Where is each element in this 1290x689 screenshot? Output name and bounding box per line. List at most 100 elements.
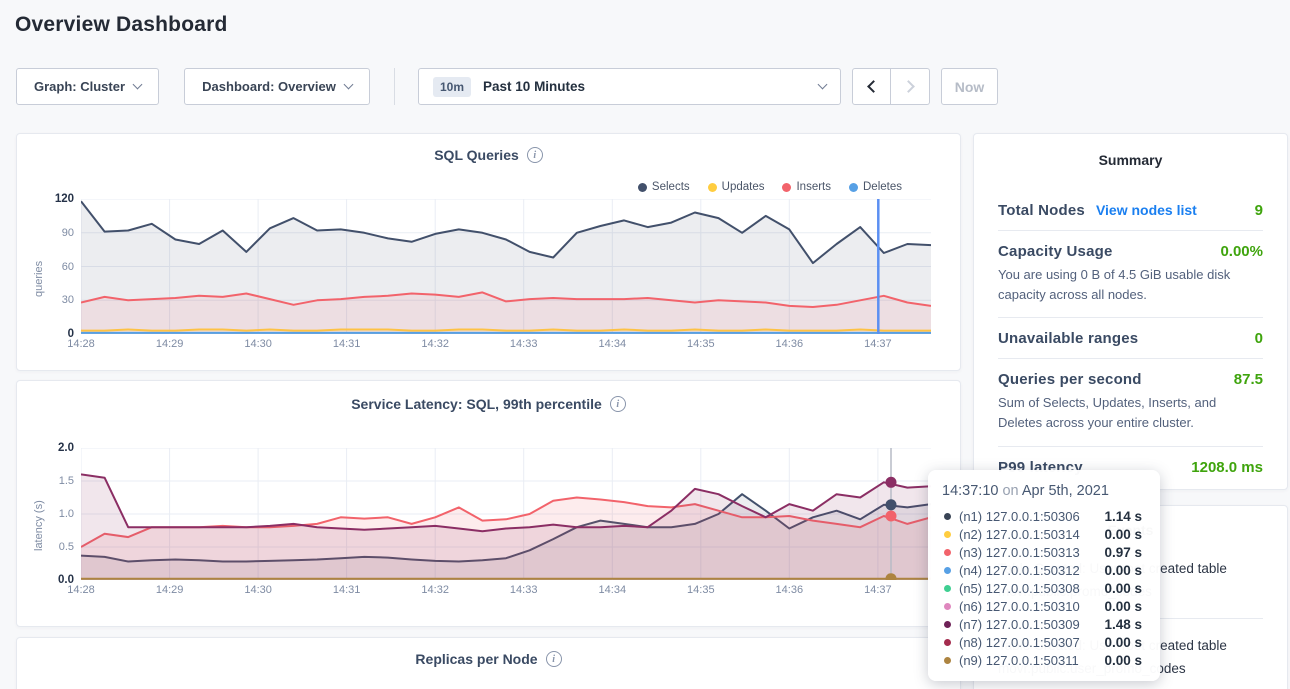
time-range-label: Past 10 Minutes xyxy=(483,79,585,94)
chevron-right-icon xyxy=(902,80,915,93)
node-address: (n2) 127.0.0.1:50314 xyxy=(959,527,1080,542)
summary-row-total-nodes: Total Nodes View nodes list 9 xyxy=(998,190,1263,230)
info-icon[interactable]: i xyxy=(546,651,562,667)
legend-item-deletes[interactable]: Deletes xyxy=(849,181,902,193)
node-color-dot xyxy=(944,657,951,664)
graph-dropdown-label: Graph: Cluster xyxy=(34,79,125,94)
x-axis-ticks: 14:2814:2914:3014:3114:3214:3314:3414:35… xyxy=(81,584,931,604)
node-color-dot xyxy=(944,639,951,646)
legend-item-selects[interactable]: Selects xyxy=(638,181,690,193)
node-address: (n6) 127.0.0.1:50310 xyxy=(959,599,1080,614)
x-tick-label: 14:37 xyxy=(864,338,892,350)
summary-value: 0.00% xyxy=(1220,243,1263,260)
summary-value: 87.5 xyxy=(1234,371,1263,388)
legend-item-updates[interactable]: Updates xyxy=(708,181,765,193)
node-latency-value: 0.97 s xyxy=(1104,545,1146,560)
y-axis-ticks: 0306090120 xyxy=(47,199,81,334)
view-nodes-list-link[interactable]: View nodes list xyxy=(1096,202,1197,218)
x-tick-label: 14:29 xyxy=(156,338,184,350)
x-tick-label: 14:36 xyxy=(776,338,804,350)
node-address: (n3) 127.0.0.1:50313 xyxy=(959,545,1080,560)
legend-dot xyxy=(638,183,647,192)
x-tick-label: 14:34 xyxy=(599,338,627,350)
chevron-down-icon xyxy=(818,80,828,90)
time-range-dropdown[interactable]: 10m Past 10 Minutes xyxy=(418,68,841,105)
summary-value: 9 xyxy=(1255,202,1263,219)
overview-dashboard-page: Overview Dashboard Graph: Cluster Dashbo… xyxy=(0,0,1290,689)
summary-value: 1208.0 ms xyxy=(1191,459,1263,476)
x-tick-label: 14:35 xyxy=(687,584,715,596)
x-tick-label: 14:30 xyxy=(244,584,272,596)
x-tick-label: 14:32 xyxy=(421,338,449,350)
y-tick-label: 1.0 xyxy=(59,508,74,520)
tooltip-rows: (n1) 127.0.0.1:503061.14 s(n2) 127.0.0.1… xyxy=(942,507,1146,669)
node-address: (n4) 127.0.0.1:50312 xyxy=(959,563,1080,578)
chevron-down-icon xyxy=(343,80,353,90)
chart-title: SQL Queries xyxy=(434,147,519,163)
chart-header: Service Latency: SQL, 99th percentile i xyxy=(17,396,960,412)
x-tick-label: 14:29 xyxy=(156,584,184,596)
node-latency-value: 1.48 s xyxy=(1104,617,1146,632)
graph-dropdown[interactable]: Graph: Cluster xyxy=(16,68,159,105)
x-tick-label: 14:31 xyxy=(333,338,361,350)
time-next-button[interactable] xyxy=(891,68,930,105)
legend-item-inserts[interactable]: Inserts xyxy=(782,181,831,193)
node-latency-value: 0.00 s xyxy=(1104,527,1146,542)
node-color-dot xyxy=(944,531,951,538)
y-axis-label: queries xyxy=(31,199,47,358)
dashboard-dropdown-label: Dashboard: Overview xyxy=(202,79,336,94)
x-tick-label: 14:28 xyxy=(67,338,95,350)
info-icon[interactable]: i xyxy=(610,396,626,412)
node-latency-value: 0.00 s xyxy=(1104,581,1146,596)
legend-label: Selects xyxy=(652,181,690,193)
service-latency-chart[interactable] xyxy=(81,448,931,580)
tooltip-row: (n4) 127.0.0.1:50312 0.00 s xyxy=(942,561,1146,579)
node-color-dot xyxy=(944,621,951,628)
x-tick-label: 14:32 xyxy=(421,584,449,596)
time-range-badge: 10m xyxy=(433,77,471,97)
summary-label: Total Nodes xyxy=(998,202,1085,219)
summary-title: Summary xyxy=(998,152,1263,168)
node-color-dot xyxy=(944,603,951,610)
node-address: (n5) 127.0.0.1:50308 xyxy=(959,581,1080,596)
summary-value: 0 xyxy=(1255,330,1263,347)
chart-header: Replicas per Node i xyxy=(17,651,960,667)
dashboard-dropdown[interactable]: Dashboard: Overview xyxy=(184,68,370,105)
legend-label: Deletes xyxy=(863,181,902,193)
summary-row-unavailable-ranges: Unavailable ranges 0 xyxy=(998,318,1263,358)
x-tick-label: 14:33 xyxy=(510,338,538,350)
chevron-down-icon xyxy=(133,80,143,90)
legend-dot xyxy=(849,183,858,192)
page-title: Overview Dashboard xyxy=(15,13,228,37)
x-tick-label: 14:28 xyxy=(67,584,95,596)
sql-queries-chart[interactable] xyxy=(81,199,931,334)
y-axis-label: latency (s) xyxy=(31,448,47,604)
y-tick-label: 60 xyxy=(62,261,74,273)
x-tick-label: 14:36 xyxy=(776,584,804,596)
x-tick-label: 14:31 xyxy=(333,584,361,596)
y-tick-label: 120 xyxy=(55,193,74,205)
x-tick-label: 14:34 xyxy=(599,584,627,596)
node-address: (n1) 127.0.0.1:50306 xyxy=(959,509,1080,524)
summary-description: Sum of Selects, Updates, Inserts, and De… xyxy=(998,393,1263,445)
node-color-dot xyxy=(944,585,951,592)
tooltip-row: (n2) 127.0.0.1:50314 0.00 s xyxy=(942,525,1146,543)
tooltip-row: (n5) 127.0.0.1:50308 0.00 s xyxy=(942,579,1146,597)
legend-dot xyxy=(782,183,791,192)
tooltip-time: 14:37:10 xyxy=(942,483,998,499)
node-latency-value: 0.00 s xyxy=(1104,635,1146,650)
node-latency-value: 0.00 s xyxy=(1104,563,1146,578)
info-icon[interactable]: i xyxy=(527,147,543,163)
tooltip-row: (n6) 127.0.0.1:503100.00 s xyxy=(942,597,1146,615)
summary-label: Unavailable ranges xyxy=(998,330,1138,347)
node-latency-value: 1.14 s xyxy=(1104,509,1146,524)
node-address: (n9) 127.0.0.1:50311 xyxy=(959,653,1079,668)
now-button[interactable]: Now xyxy=(941,68,998,105)
summary-panel: Summary Total Nodes View nodes list 9 Ca… xyxy=(973,133,1288,490)
time-prev-button[interactable] xyxy=(852,68,891,105)
x-tick-label: 14:35 xyxy=(687,338,715,350)
legend-label: Updates xyxy=(722,181,765,193)
node-color-dot xyxy=(944,513,951,520)
legend-dot xyxy=(708,183,717,192)
time-nav-group xyxy=(852,68,930,105)
